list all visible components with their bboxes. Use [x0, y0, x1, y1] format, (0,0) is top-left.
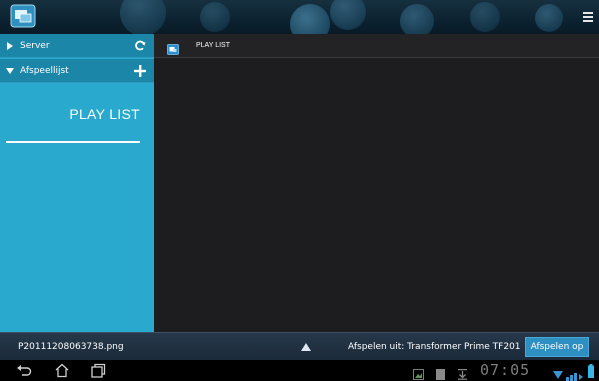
download-notification-icon[interactable] [457, 365, 468, 381]
system-nav-bar: 07:05 [0, 360, 599, 381]
sidebar-item-afspeellijst[interactable]: Afspeellijst [0, 59, 154, 83]
signal-icon [566, 366, 584, 381]
decorative-bubble [120, 0, 166, 34]
collapse-arrow-icon [0, 67, 20, 74]
app-logo-icon[interactable] [10, 4, 36, 28]
battery-icon [588, 363, 594, 381]
sidebar-item-server[interactable]: Server [0, 34, 154, 58]
decorative-bubble [470, 2, 500, 32]
playlist-item[interactable]: PLAY LIST [69, 106, 140, 122]
decorative-bubble [400, 4, 434, 34]
sidebar-item-label: Server [20, 40, 50, 51]
playlist-icon [167, 40, 179, 55]
panel-header: PLAY LIST [154, 34, 599, 58]
decorative-bubble [535, 4, 563, 32]
playlist-panel: PLAY LIST [154, 34, 599, 332]
selected-underline [6, 141, 140, 143]
status-clock: 07:05 [480, 361, 531, 379]
play-on-button[interactable]: Afspelen op [525, 337, 589, 357]
sidebar: Server Afspeellijst PLAY LIST [0, 34, 154, 332]
back-icon[interactable] [16, 363, 32, 378]
gallery-notification-icon[interactable] [413, 365, 424, 381]
recent-apps-icon[interactable] [90, 363, 106, 378]
panel-title: PLAY LIST [196, 42, 230, 49]
expand-arrow-icon [0, 41, 20, 50]
refresh-icon[interactable] [126, 40, 154, 52]
overflow-menu-icon[interactable] [583, 12, 593, 24]
action-bar [0, 0, 599, 34]
home-icon[interactable] [54, 363, 70, 378]
sidebar-item-label: Afspeellijst [20, 65, 69, 76]
expand-up-icon[interactable] [301, 342, 311, 352]
current-file-name: P20111208063738.png [18, 342, 124, 352]
wifi-icon [553, 366, 563, 381]
player-bar: P20111208063738.png Afspelen uit: Transf… [0, 332, 599, 360]
playback-source: Afspelen uit: Transformer Prime TF201 [348, 342, 521, 352]
decorative-bubble [290, 4, 330, 34]
decorative-bubble [200, 2, 230, 32]
document-notification-icon[interactable] [436, 365, 445, 381]
add-icon[interactable] [126, 64, 154, 77]
decorative-bubble [330, 0, 366, 30]
